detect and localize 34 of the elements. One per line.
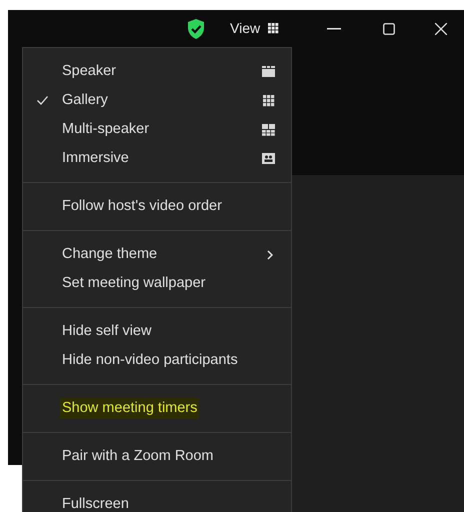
menu-item[interactable]: Set meeting wallpaper <box>23 269 291 298</box>
grid-icon <box>268 23 280 34</box>
grid-icon <box>262 124 275 136</box>
maximize-icon[interactable] <box>383 22 396 34</box>
close-icon[interactable] <box>435 22 448 34</box>
menu-item-label: Hide non-video participants <box>62 350 238 370</box>
menu-item-label: Change theme <box>62 244 158 264</box>
window-icon <box>262 66 275 77</box>
menu-item[interactable]: Gallery <box>23 86 291 115</box>
menu-item-label: Speaker <box>62 62 116 81</box>
menu-item[interactable]: Follow host's video order <box>23 192 291 221</box>
menu-item[interactable]: Immersive <box>23 144 291 173</box>
menu-item-label: Pair with a Zoom Room <box>62 446 214 466</box>
grid-icon <box>263 94 275 106</box>
shield-check-icon <box>186 18 206 40</box>
menu-item[interactable]: Hide self view <box>23 317 291 346</box>
minimize-icon[interactable] <box>327 28 342 30</box>
menu-item[interactable]: Show meeting timers <box>23 394 291 423</box>
menu-item-label: Immersive <box>62 148 129 168</box>
menu-item[interactable]: Multi-speaker <box>23 115 291 144</box>
menu-item[interactable]: Hide non-video participants <box>23 346 291 375</box>
menu-item[interactable]: Fullscreen <box>23 490 291 512</box>
menu-item-label: Multi-speaker <box>62 120 150 139</box>
view-button[interactable]: View <box>230 18 280 39</box>
menu-item[interactable]: Speaker <box>23 57 291 86</box>
menu-item-label: Show meeting timers <box>60 398 200 420</box>
menu-item-label: Hide self view <box>62 322 152 341</box>
people-card-icon <box>262 153 275 164</box>
menu-item[interactable]: Change theme <box>23 240 291 269</box>
menu-item-label: Set meeting wallpaper <box>62 274 206 293</box>
menu-item-label: Fullscreen <box>62 494 129 512</box>
menu-item-label: Gallery <box>62 90 108 110</box>
menu-item-label: Follow host's video order <box>62 196 222 216</box>
menu-item[interactable]: Pair with a Zoom Room <box>23 442 291 471</box>
